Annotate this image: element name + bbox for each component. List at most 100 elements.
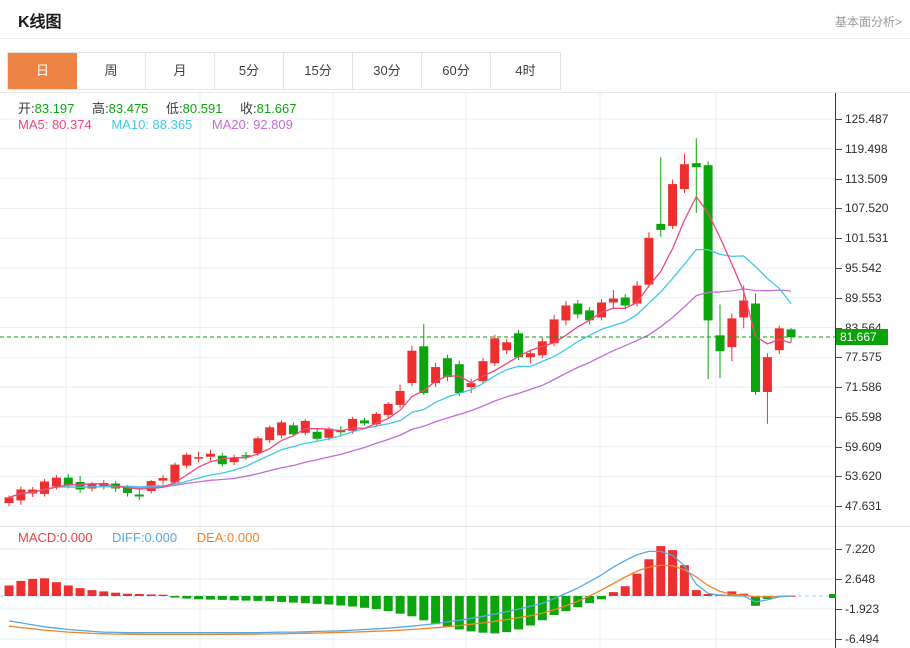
- candle-body: [633, 286, 642, 304]
- macd-axis-label-tick: [836, 549, 842, 550]
- macd-value-legend: MACD:0.000: [18, 530, 92, 545]
- period-tab-4[interactable]: 5分: [215, 53, 284, 89]
- candle-body: [265, 427, 274, 440]
- candle-body: [396, 391, 405, 405]
- candle-body: [490, 338, 499, 363]
- fundamental-analysis-link[interactable]: 基本面分析>: [835, 13, 902, 30]
- macd-hist-bar: [64, 586, 73, 597]
- macd-hist-bar: [526, 596, 535, 626]
- high-label: 高:: [92, 101, 109, 116]
- macd-hist-bar: [384, 596, 393, 611]
- macd-hist-bar: [609, 592, 618, 596]
- candle-body: [360, 420, 369, 423]
- price-axis-label: 113.509: [845, 171, 909, 187]
- current-price-badge: 81.667: [836, 329, 888, 345]
- ma10-line: [9, 250, 791, 498]
- macd-hist-bar: [692, 590, 701, 596]
- period-tab-3[interactable]: 月: [146, 53, 215, 89]
- kline-app: K线图 基本面分析> 日周月5分15分30分60分4时 开:83.197 高:8…: [0, 0, 910, 648]
- price-axis-label-tick: [836, 119, 842, 120]
- macd-hist-bar: [656, 546, 665, 596]
- macd-hist-bar: [621, 586, 630, 596]
- macd-hist-bar: [52, 582, 61, 596]
- ma20-legend: MA20: 92.809: [212, 117, 293, 132]
- macd-axis-label: 2.648: [845, 571, 909, 587]
- price-axis-label: 125.487: [845, 111, 909, 127]
- price-axis-label: 53.620: [845, 468, 909, 484]
- macd-axis-label-tick: [836, 639, 842, 640]
- candle-body: [443, 358, 452, 377]
- price-axis-label-tick: [836, 268, 842, 269]
- macd-hist-bar: [633, 574, 642, 596]
- macd-hist-bar: [336, 596, 345, 606]
- macd-hist-bar: [230, 596, 239, 600]
- period-tab-6[interactable]: 30分: [353, 53, 422, 89]
- page-title: K线图: [18, 8, 62, 32]
- candle-body: [40, 482, 49, 494]
- close-value: 81.667: [257, 101, 297, 116]
- period-tab-7[interactable]: 60分: [422, 53, 491, 89]
- price-axis-label-tick: [836, 506, 842, 507]
- y-axis-line: [835, 93, 836, 648]
- macd-legend: MACD:0.000 DIFF:0.000 DEA:0.000: [18, 530, 276, 545]
- period-tab-1[interactable]: 日: [8, 53, 77, 89]
- macd-axis-label: -1.923: [845, 601, 909, 617]
- macd-hist-bar: [538, 596, 547, 620]
- ma10-legend: MA10: 88.365: [111, 117, 192, 132]
- open-value: 83.197: [35, 101, 75, 116]
- candle-body: [135, 495, 144, 497]
- candle-body: [763, 357, 772, 392]
- candle-body: [182, 455, 191, 466]
- price-axis-label-tick: [836, 208, 842, 209]
- macd-hist-bar: [324, 596, 333, 605]
- macd-hist-bar: [514, 596, 523, 630]
- price-axis-label: 107.520: [845, 200, 909, 216]
- candle-body: [502, 342, 511, 350]
- macd-axis-label-tick: [836, 609, 842, 610]
- price-axis-label: 47.631: [845, 498, 909, 514]
- candle-body: [206, 454, 215, 457]
- kline-chart-canvas[interactable]: [0, 93, 835, 526]
- macd-hist-bar: [360, 596, 369, 608]
- macd-hist-bar: [455, 596, 464, 630]
- macd-hist-bar: [76, 588, 85, 596]
- candle-body: [668, 184, 677, 226]
- macd-axis-label: 7.220: [845, 541, 909, 557]
- ma5-legend: MA5: 80.374: [18, 117, 92, 132]
- candle-body: [52, 478, 61, 487]
- candle-body: [419, 346, 428, 393]
- candle-body: [538, 341, 547, 355]
- candle-body: [467, 383, 476, 387]
- candle-body: [787, 329, 796, 337]
- candle-body: [159, 478, 168, 481]
- candle-body: [716, 335, 725, 351]
- macd-hist-bar: [431, 596, 440, 624]
- macd-hist-bar: [396, 596, 405, 614]
- dea-value-legend: DEA:0.000: [197, 530, 260, 545]
- candle-body: [656, 224, 665, 230]
- price-axis-label-tick: [836, 298, 842, 299]
- ma-legend: MA5: 80.374 MA10: 88.365 MA20: 92.809: [18, 117, 309, 132]
- price-axis-label: 77.575: [845, 349, 909, 365]
- period-tab-8[interactable]: 4时: [491, 53, 560, 89]
- macd-hist-bar: [170, 596, 179, 598]
- macd-hist-bar: [159, 595, 168, 596]
- macd-hist-bar: [348, 596, 357, 607]
- ma5-line: [9, 197, 791, 498]
- candle-body: [407, 351, 416, 383]
- macd-chart-canvas[interactable]: [0, 527, 835, 648]
- period-tab-5[interactable]: 15分: [284, 53, 353, 89]
- macd-axis-label-tick: [836, 579, 842, 580]
- macd-hist-bar: [5, 586, 14, 597]
- macd-hist-bar: [194, 596, 203, 599]
- macd-hist-bar: [253, 596, 262, 601]
- macd-hist-bar: [111, 593, 120, 596]
- period-tab-2[interactable]: 周: [77, 53, 146, 89]
- price-axis-label-tick: [836, 476, 842, 477]
- macd-hist-bar: [502, 596, 511, 632]
- chart-area: 开:83.197 高:83.475 低:80.591 收:81.667 MA5:…: [0, 92, 910, 648]
- open-label: 开:: [18, 101, 35, 116]
- price-axis-label-tick: [836, 357, 842, 358]
- price-axis-label: 71.586: [845, 379, 909, 395]
- macd-hist-bar: [479, 596, 488, 633]
